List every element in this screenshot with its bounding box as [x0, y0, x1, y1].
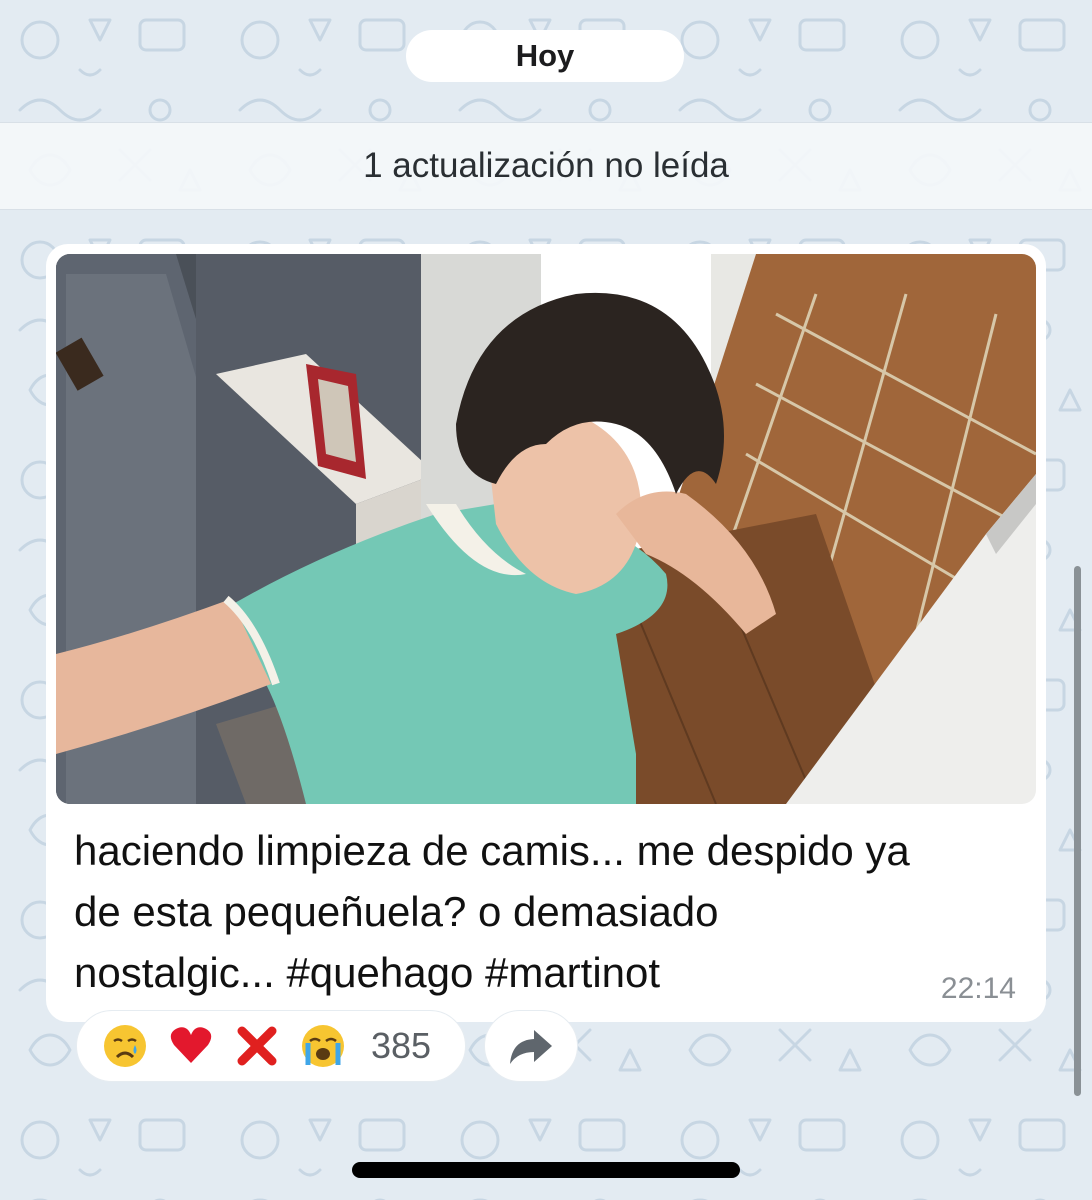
share-arrow-icon	[510, 1030, 552, 1064]
message-time: 22:14	[940, 972, 1016, 1005]
message-caption: haciendo limpieza de camis... me despido…	[74, 820, 1034, 1003]
scrollbar[interactable]	[1074, 566, 1081, 1096]
caption-line: de esta pequeñuela? o demasiado	[74, 888, 719, 935]
reaction-count: 385	[371, 1025, 432, 1066]
crying-face-emoji[interactable]	[99, 1020, 151, 1072]
unread-banner-label: 1 actualización no leída	[363, 146, 729, 185]
message-photo[interactable]	[56, 254, 1036, 804]
caption-line: haciendo limpieza de camis... me despido…	[74, 827, 910, 874]
loudly-crying-face-emoji[interactable]	[297, 1020, 349, 1072]
message-bubble[interactable]: haciendo limpieza de camis... me despido…	[46, 244, 1046, 1022]
unread-banner: 1 actualización no leída	[0, 122, 1092, 210]
red-heart-emoji[interactable]	[165, 1020, 217, 1072]
cross-mark-emoji[interactable]	[231, 1020, 283, 1072]
caption-line: nostalgic... #quehago #martinot	[74, 949, 661, 996]
date-separator-label: Hoy	[515, 38, 575, 73]
home-indicator[interactable]	[352, 1162, 740, 1178]
reactions-bar[interactable]: 385	[76, 1010, 466, 1082]
share-button[interactable]	[484, 1010, 578, 1082]
date-separator: Hoy	[406, 30, 684, 82]
